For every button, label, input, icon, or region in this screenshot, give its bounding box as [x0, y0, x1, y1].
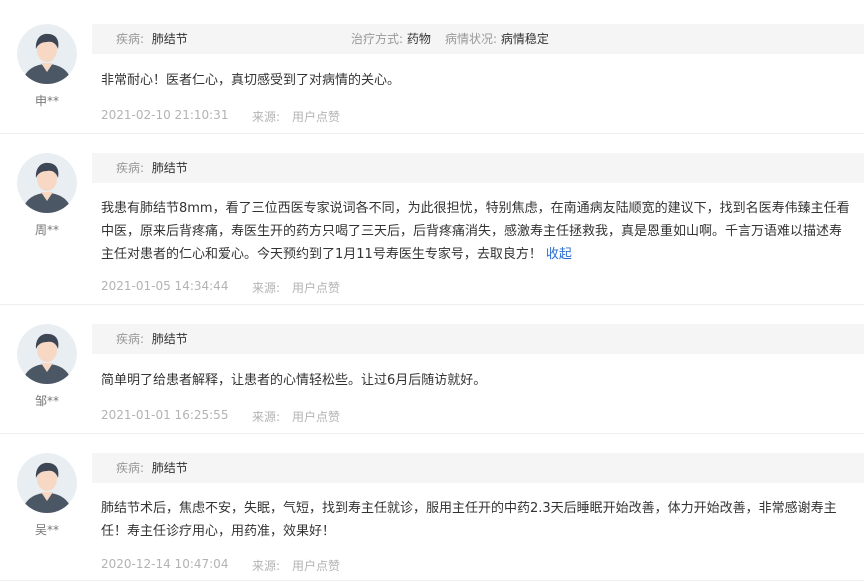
review-date: 2021-02-10 21:10:31: [101, 108, 229, 122]
disease-field: 疾病: 肺结节: [116, 153, 188, 183]
disease-value: 肺结节: [151, 461, 188, 475]
review-meta-bar: 疾病: 肺结节: [92, 324, 864, 354]
divider: [0, 580, 864, 581]
review-footer: 2021-01-01 16:25:55 来源: 用户点赞: [101, 408, 340, 424]
source-label: 来源:: [252, 110, 281, 124]
review-text: 我患有肺结节8mm，看了三位西医专家说词各不同，为此很担忧，特别焦虑，在南通病友…: [101, 197, 853, 266]
source-value: 用户点赞: [292, 559, 341, 573]
source-value: 用户点赞: [292, 110, 341, 124]
review-text-content: 我患有肺结节8mm，看了三位西医专家说词各不同，为此很担忧，特别焦虑，在南通病友…: [101, 201, 850, 262]
user-name: 吴**: [34, 523, 59, 537]
user-column: 邹**: [17, 324, 77, 408]
review-text: 非常耐心！医者仁心，真切感受到了对病情的关心。: [101, 69, 853, 92]
collapse-link[interactable]: 收起: [546, 247, 572, 262]
source-value: 用户点赞: [292, 410, 341, 424]
disease-value: 肺结节: [151, 161, 188, 175]
review-meta-bar: 疾病: 肺结节: [92, 453, 864, 483]
review-date: 2021-01-01 16:25:55: [101, 408, 229, 422]
source-label: 来源:: [252, 559, 281, 573]
review-text-content: 肺结节术后，焦虑不安，失眠，气短，找到寿主任就诊，服用主任开的中药2.3天后睡眠…: [101, 501, 837, 539]
review-meta-bar: 疾病: 肺结节: [92, 153, 864, 183]
source-value: 用户点赞: [292, 281, 341, 295]
user-name: 邹**: [34, 394, 59, 408]
treatment-label: 治疗方式:: [351, 32, 404, 46]
avatar: [17, 453, 77, 513]
condition-label: 病情状况:: [445, 32, 498, 46]
source-label: 来源:: [252, 410, 281, 424]
disease-label: 疾病:: [116, 332, 145, 346]
user-column: 吴**: [17, 453, 77, 537]
review-footer: 2020-12-14 10:47:04 来源: 用户点赞: [101, 557, 340, 573]
review-meta-bar: 疾病: 肺结节 治疗方式: 药物 病情状况: 病情稳定: [92, 24, 864, 54]
disease-field: 疾病: 肺结节: [116, 453, 188, 483]
treatment-field: 治疗方式: 药物: [351, 24, 431, 54]
avatar: [17, 324, 77, 384]
disease-label: 疾病:: [116, 461, 145, 475]
treatment-value: 药物: [406, 32, 431, 46]
divider: [0, 433, 864, 434]
condition-value: 病情稳定: [500, 32, 549, 46]
user-column: 周**: [17, 153, 77, 237]
disease-label: 疾病:: [116, 32, 145, 46]
user-column: 申**: [17, 24, 77, 108]
user-name: 申**: [34, 94, 59, 108]
condition-field: 病情状况: 病情稳定: [445, 24, 549, 54]
disease-label: 疾病:: [116, 161, 145, 175]
source-label: 来源:: [252, 281, 281, 295]
avatar: [17, 153, 77, 213]
disease-field: 疾病: 肺结节: [116, 324, 188, 354]
user-name: 周**: [34, 223, 59, 237]
disease-value: 肺结节: [151, 332, 188, 346]
disease-value: 肺结节: [151, 32, 188, 46]
divider: [0, 304, 864, 305]
review-footer: 2021-01-05 14:34:44 来源: 用户点赞: [101, 279, 340, 295]
review-footer: 2021-02-10 21:10:31 来源: 用户点赞: [101, 108, 340, 124]
review-text-content: 非常耐心！医者仁心，真切感受到了对病情的关心。: [101, 73, 401, 88]
divider: [0, 133, 864, 134]
review-date: 2021-01-05 14:34:44: [101, 279, 229, 293]
review-date: 2020-12-14 10:47:04: [101, 557, 229, 571]
disease-field: 疾病: 肺结节: [116, 24, 188, 54]
review-text: 简单明了给患者解释，让患者的心情轻松些。让过6月后随访就好。: [101, 369, 853, 392]
review-text-content: 简单明了给患者解释，让患者的心情轻松些。让过6月后随访就好。: [101, 373, 487, 388]
review-text: 肺结节术后，焦虑不安，失眠，气短，找到寿主任就诊，服用主任开的中药2.3天后睡眠…: [101, 497, 853, 543]
avatar: [17, 24, 77, 84]
